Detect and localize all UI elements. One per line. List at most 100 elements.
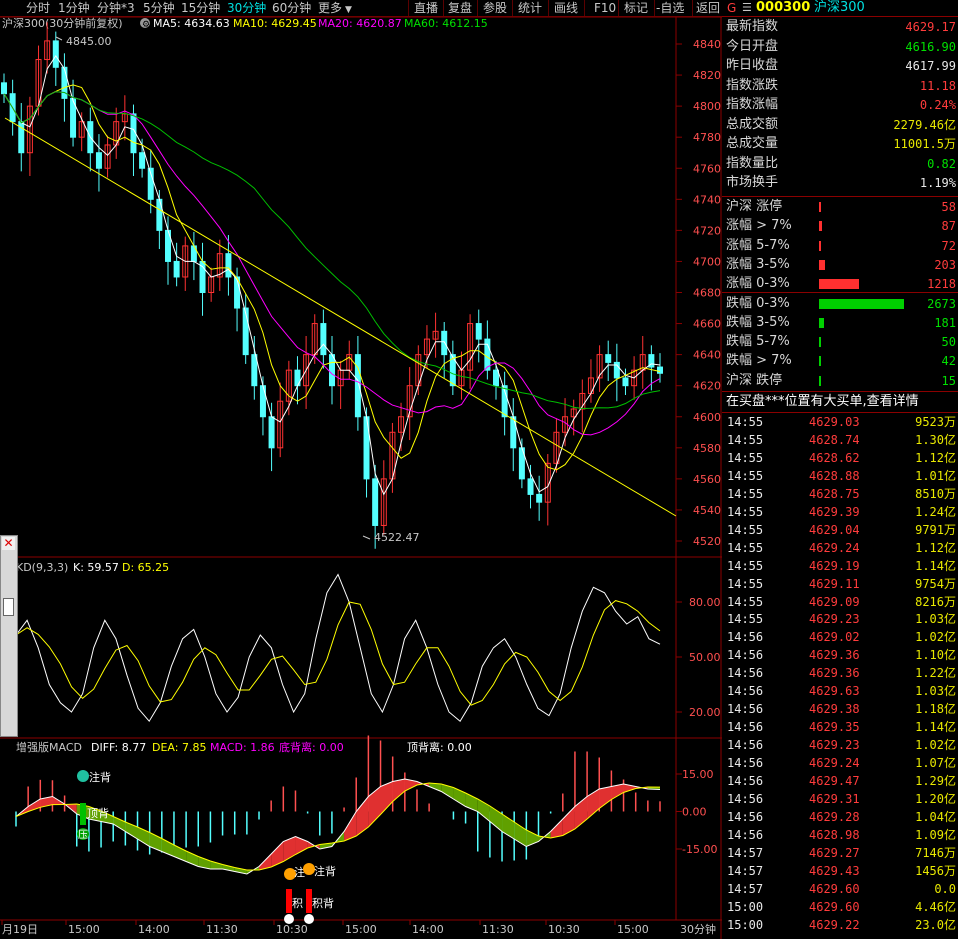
tick-time: 14:55 bbox=[727, 612, 764, 627]
tick-price: 4629.60 bbox=[809, 881, 860, 896]
settings-icon[interactable]: ⚙ bbox=[140, 18, 150, 30]
svg-text:⚙: ⚙ bbox=[142, 20, 150, 30]
tick-row: 14:55 4629.39 1.24亿 bbox=[722, 504, 958, 521]
macd-diff: DIFF: 8.77 bbox=[91, 741, 146, 754]
tick-row: 14:56 4629.47 1.29亿 bbox=[722, 773, 958, 790]
tick-row: 14:55 4629.03 9523万 bbox=[722, 414, 958, 431]
big-order-banner[interactable]: 在买盘***位置有大买单,查看详情 bbox=[726, 393, 919, 411]
tick-time: 14:57 bbox=[727, 863, 764, 878]
quote-header: G ☰ 000300 沪深300 bbox=[722, 0, 958, 17]
close-icon[interactable]: ✕ bbox=[2, 537, 15, 550]
quote-label: 指数涨幅 bbox=[726, 97, 779, 112]
tick-volume: 9754万 bbox=[915, 576, 956, 591]
kd-label: 50.00 bbox=[689, 651, 721, 664]
price-label: 4820 bbox=[693, 69, 721, 82]
kline-chart-area[interactable]: 沪深300(30分钟前复权) ⚙ MA5: 4634.63 MA10: 4629… bbox=[0, 0, 722, 939]
tick-time: 14:56 bbox=[727, 774, 764, 788]
candle-body bbox=[1, 82, 7, 95]
kd-axis: 80.00 50.00 20.00 bbox=[676, 596, 721, 719]
distribution-value: 42 bbox=[941, 354, 956, 369]
tick-time: 14:55 bbox=[727, 594, 764, 609]
tick-volume: 1.09亿 bbox=[915, 827, 956, 842]
tick-price: 4628.74 bbox=[809, 432, 860, 447]
tick-volume: 1.03亿 bbox=[915, 684, 956, 699]
tick-time: 14:56 bbox=[727, 738, 764, 753]
distribution-bar bbox=[819, 375, 821, 386]
tick-row: 14:55 4629.23 1.03亿 bbox=[722, 611, 958, 628]
candle-body bbox=[493, 369, 499, 387]
price-label: 4580 bbox=[693, 442, 721, 455]
time-axis: 月19日 15:00 14:00 11:30 10:30 15:00 14:00 11:30 1… bbox=[1, 920, 649, 936]
tick-price: 4629.39 bbox=[809, 504, 860, 519]
tick-volume: 0.0 bbox=[934, 881, 956, 896]
macd-ribbon-segment bbox=[356, 796, 369, 836]
tick-time: 14:55 bbox=[727, 522, 764, 537]
tick-row: 14:55 4628.75 8510万 bbox=[722, 486, 958, 503]
tick-time: 14:56 bbox=[727, 702, 764, 717]
candle-body bbox=[320, 323, 327, 356]
side-panel-tab[interactable]: ✕ bbox=[0, 535, 18, 737]
price-label: 4640 bbox=[693, 349, 721, 362]
trend-line[interactable] bbox=[4, 117, 677, 517]
tick-price: 4629.27 bbox=[809, 845, 860, 860]
moving-average-lines bbox=[3, 54, 661, 496]
quote-value: 0.24% bbox=[919, 98, 956, 112]
tick-price: 4629.63 bbox=[809, 684, 860, 699]
candle-body bbox=[268, 416, 275, 449]
macd-ribbon-segment bbox=[210, 861, 223, 869]
tick-volume: 1.04亿 bbox=[915, 809, 956, 824]
high-arrow bbox=[55, 36, 63, 41]
tick-volume: 1.12亿 bbox=[915, 540, 956, 555]
tick-price: 4628.75 bbox=[809, 486, 860, 501]
distribution-label: 涨幅 3-5% bbox=[726, 256, 790, 272]
tick-time: 14:56 bbox=[727, 684, 764, 699]
kd-k-value: K: 59.57 bbox=[73, 561, 119, 574]
marker-note-bottom: 注 bbox=[284, 865, 305, 880]
candle-body bbox=[372, 478, 379, 526]
quote-value: 2279.46亿 bbox=[893, 117, 956, 132]
distribution-value: 181 bbox=[934, 315, 956, 330]
tick-time: 14:55 bbox=[727, 415, 764, 429]
distribution-value: 87 bbox=[941, 219, 956, 234]
tick-row: 14:55 4628.74 1.30亿 bbox=[722, 432, 958, 449]
ma-line bbox=[3, 84, 661, 471]
distribution-bar bbox=[819, 202, 821, 212]
tick-row: 14:56 4629.38 1.18亿 bbox=[722, 701, 958, 718]
tick-time: 14:56 bbox=[727, 827, 764, 842]
time-label: 14:00 bbox=[138, 923, 170, 936]
tick-volume: 1.14亿 bbox=[915, 558, 956, 573]
marker-top-divergence: 顶背 bbox=[87, 806, 109, 820]
price-label: 4520 bbox=[693, 535, 721, 548]
g-icon[interactable]: G bbox=[727, 0, 736, 16]
distribution-bar bbox=[819, 259, 825, 270]
tick-volume: 1.02亿 bbox=[915, 630, 956, 645]
distribution-value: 203 bbox=[934, 257, 956, 272]
tick-row: 14:55 4629.24 1.12亿 bbox=[722, 540, 958, 557]
tick-volume: 8216万 bbox=[915, 594, 956, 609]
candle-body bbox=[95, 152, 102, 169]
ma-line bbox=[3, 54, 661, 496]
tick-price: 4629.23 bbox=[809, 612, 860, 627]
price-label: 4700 bbox=[693, 255, 721, 268]
price-axis: 4840 4820 4800 4780 4760 4740 4720 4700 4680 4660… bbox=[676, 38, 721, 548]
collapse-handle[interactable] bbox=[3, 598, 14, 616]
tick-time: 14:57 bbox=[727, 845, 764, 860]
tick-volume: 1.07亿 bbox=[915, 756, 956, 771]
price-label: 4720 bbox=[693, 224, 721, 237]
menu-icon[interactable]: ☰ bbox=[742, 0, 752, 16]
tick-row: 14:57 4629.27 7146万 bbox=[722, 845, 958, 862]
time-label: 10:30 bbox=[276, 923, 308, 936]
tick-price: 4628.62 bbox=[809, 450, 860, 465]
low-arrow bbox=[362, 535, 371, 540]
distribution-bar bbox=[819, 337, 821, 348]
tick-row: 14:57 4629.43 1456万 bbox=[722, 863, 958, 880]
tick-price: 4629.04 bbox=[809, 522, 860, 537]
macd-ribbon-segment bbox=[587, 789, 600, 819]
tick-time: 14:55 bbox=[727, 468, 764, 483]
price-label: 4800 bbox=[693, 100, 721, 113]
distribution-label: 跌幅 > 7% bbox=[726, 353, 792, 369]
macd-dea: DEA: 7.85 bbox=[152, 741, 206, 754]
tick-row: 14:55 4628.62 1.12亿 bbox=[722, 450, 958, 467]
price-label: 4780 bbox=[693, 131, 721, 144]
tick-price: 4629.36 bbox=[809, 666, 860, 681]
